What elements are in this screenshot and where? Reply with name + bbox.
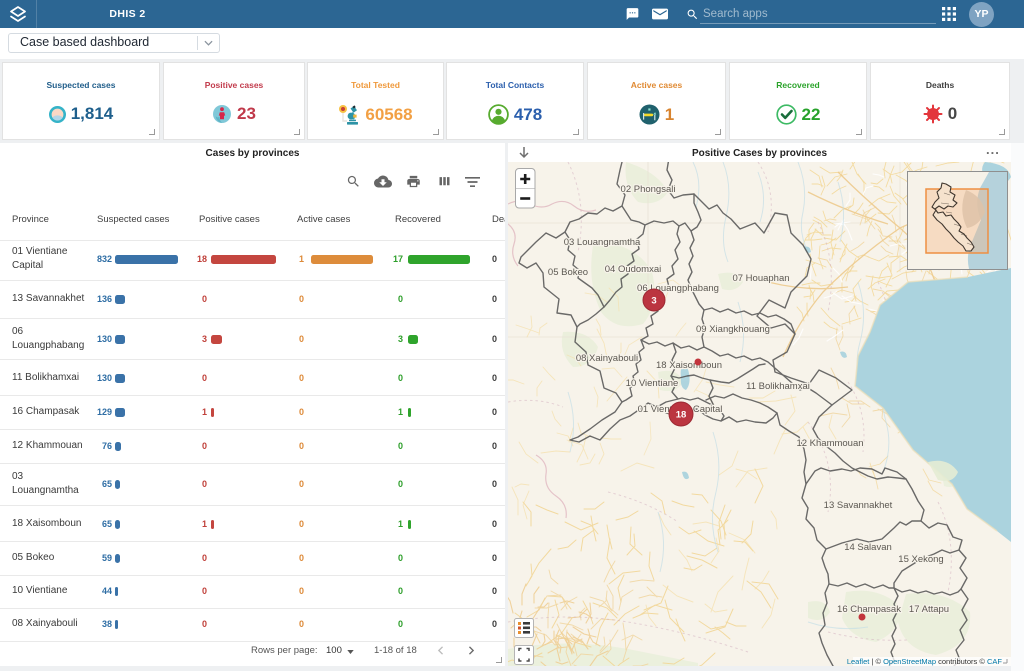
- svg-text:02 Phongsali: 02 Phongsali: [621, 184, 676, 195]
- svg-text:15 Xekong: 15 Xekong: [898, 554, 943, 565]
- svg-text:Leaflet | © OpenStreetMap cont: Leaflet | © OpenStreetMap contributors ©…: [847, 657, 1003, 666]
- svg-text:09 Xiangkhouang: 09 Xiangkhouang: [696, 324, 770, 335]
- svg-text:13 Savannakhet: 13 Savannakhet: [824, 500, 893, 511]
- svg-text:18 Xaisomboun: 18 Xaisomboun: [656, 360, 722, 371]
- svg-text:04 Oudomxai: 04 Oudomxai: [605, 264, 662, 275]
- svg-text:08 Xainyabouli: 08 Xainyabouli: [576, 353, 638, 364]
- svg-text:12 Khammouan: 12 Khammouan: [796, 438, 863, 449]
- svg-text:03 Louangnamtha: 03 Louangnamtha: [564, 237, 641, 248]
- svg-text:05 Bokeo: 05 Bokeo: [548, 267, 588, 278]
- svg-text:17 Attapu: 17 Attapu: [909, 604, 949, 615]
- svg-text:14 Salavan: 14 Salavan: [844, 542, 892, 553]
- svg-text:10 Vientiane: 10 Vientiane: [626, 378, 679, 389]
- svg-text:3: 3: [651, 296, 656, 307]
- svg-text:18: 18: [676, 410, 687, 421]
- svg-text:07 Houaphan: 07 Houaphan: [732, 273, 789, 284]
- svg-text:16 Champasak: 16 Champasak: [837, 604, 901, 615]
- svg-text:11 Bolikhamxai: 11 Bolikhamxai: [746, 381, 810, 392]
